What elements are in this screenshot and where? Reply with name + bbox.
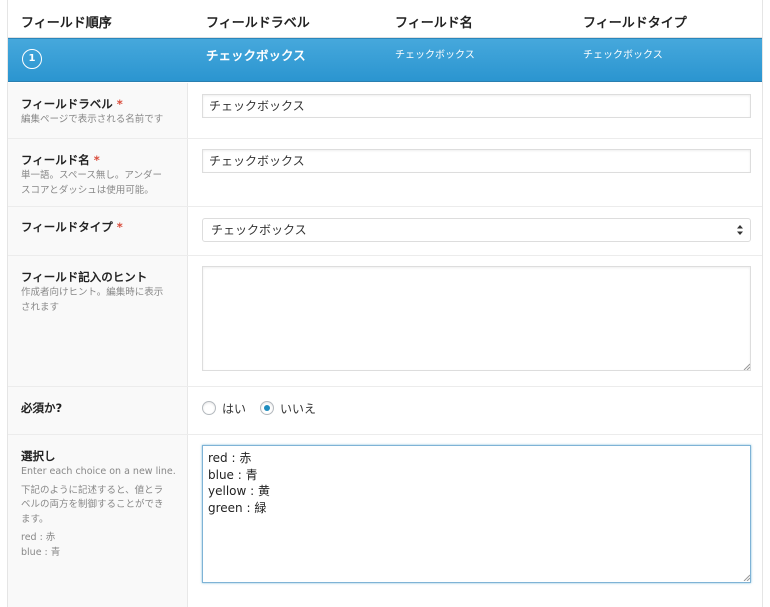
setting-row-field-label: フィールドラベル * 編集ページで表示される名前です チェックボックス: [8, 83, 762, 139]
radio-required-yes[interactable]: [202, 401, 216, 415]
required-marker: *: [116, 97, 123, 111]
choice-line: red : 赤: [208, 451, 252, 465]
setting-desc-choices: Enter each choice on a new line. 下記のように記…: [21, 466, 176, 558]
setting-label-cell: フィールドタイプ *: [8, 207, 188, 255]
column-header-type: フィールドタイプ: [583, 16, 687, 31]
resize-grip-icon[interactable]: [743, 363, 750, 370]
setting-title-field-type: フィールドタイプ: [21, 220, 113, 234]
field-hint-textarea[interactable]: [202, 266, 751, 371]
required-marker: *: [116, 220, 123, 234]
field-summary-label[interactable]: チェックボックス: [206, 45, 306, 64]
field-editor-panel: フィールド順序 フィールドラベル フィールド名 フィールドタイプ 1 チェックボ…: [7, 0, 763, 607]
choice-line: blue : 青: [208, 467, 258, 482]
choice-line: green : 緑: [208, 500, 267, 515]
setting-row-field-name: フィールド名 * 単一語。スペース無し。アンダー スコアとダッシュは使用可能。 チ…: [8, 139, 762, 207]
field-type-selected-value: チェックボックス: [211, 223, 307, 237]
setting-title-field-name: フィールド名: [21, 153, 90, 167]
column-header-label: フィールドラベル: [206, 16, 310, 31]
setting-desc-field-hint: 作成者向けヒント。編集時に表示 されます: [21, 287, 164, 313]
setting-row-choices: 選択し Enter each choice on a new line. 下記の…: [8, 435, 762, 607]
setting-title-choices: 選択し: [21, 449, 56, 463]
setting-title-field-hint: フィールド記入のヒント: [21, 270, 148, 284]
field-summary-type: チェックボックス: [583, 50, 663, 61]
field-type-select[interactable]: チェックボックス: [202, 218, 751, 242]
setting-desc-field-label: 編集ページで表示される名前です: [21, 114, 164, 125]
setting-row-field-type: フィールドタイプ * チェックボックス: [8, 207, 762, 256]
choices-textarea[interactable]: red : 赤 blue : 青 yellow : 黄 green : 緑: [202, 445, 751, 583]
field-label-input[interactable]: チェックボックス: [202, 94, 751, 118]
column-header-name: フィールド名: [395, 16, 473, 31]
setting-label-cell: 選択し Enter each choice on a new line. 下記の…: [8, 435, 188, 607]
radio-required-no[interactable]: [260, 401, 274, 415]
setting-desc-field-name: 単一語。スペース無し。アンダー スコアとダッシュは使用可能。: [21, 170, 162, 196]
setting-title-required: 必須か?: [21, 401, 63, 415]
column-header-row: フィールド順序 フィールドラベル フィールド名 フィールドタイプ: [8, 0, 762, 38]
setting-label-cell: フィールドラベル * 編集ページで表示される名前です: [8, 83, 188, 138]
setting-row-field-hint: フィールド記入のヒント 作成者向けヒント。編集時に表示 されます: [8, 256, 762, 387]
field-name-input[interactable]: チェックボックス: [202, 149, 751, 173]
column-header-order: フィールド順序: [21, 16, 112, 31]
field-summary-bar[interactable]: 1 チェックボックス チェックボックス チェックボックス: [8, 38, 762, 82]
setting-label-cell: フィールド名 * 単一語。スペース無し。アンダー スコアとダッシュは使用可能。: [8, 139, 188, 206]
field-summary-name: チェックボックス: [395, 50, 475, 61]
resize-grip-icon[interactable]: [743, 574, 750, 581]
required-marker: *: [93, 153, 100, 167]
radio-label-no[interactable]: いいえ: [280, 400, 316, 417]
setting-row-required: 必須か? はい いいえ: [8, 387, 762, 435]
select-updown-arrows-icon: [737, 225, 743, 235]
setting-label-cell: フィールド記入のヒント 作成者向けヒント。編集時に表示 されます: [8, 256, 188, 386]
radio-label-yes[interactable]: はい: [222, 400, 246, 417]
setting-label-cell: 必須か?: [8, 387, 188, 434]
setting-title-field-label: フィールドラベル: [21, 97, 113, 111]
choice-line: yellow : 黄: [208, 484, 270, 498]
field-order-badge[interactable]: 1: [22, 49, 42, 69]
